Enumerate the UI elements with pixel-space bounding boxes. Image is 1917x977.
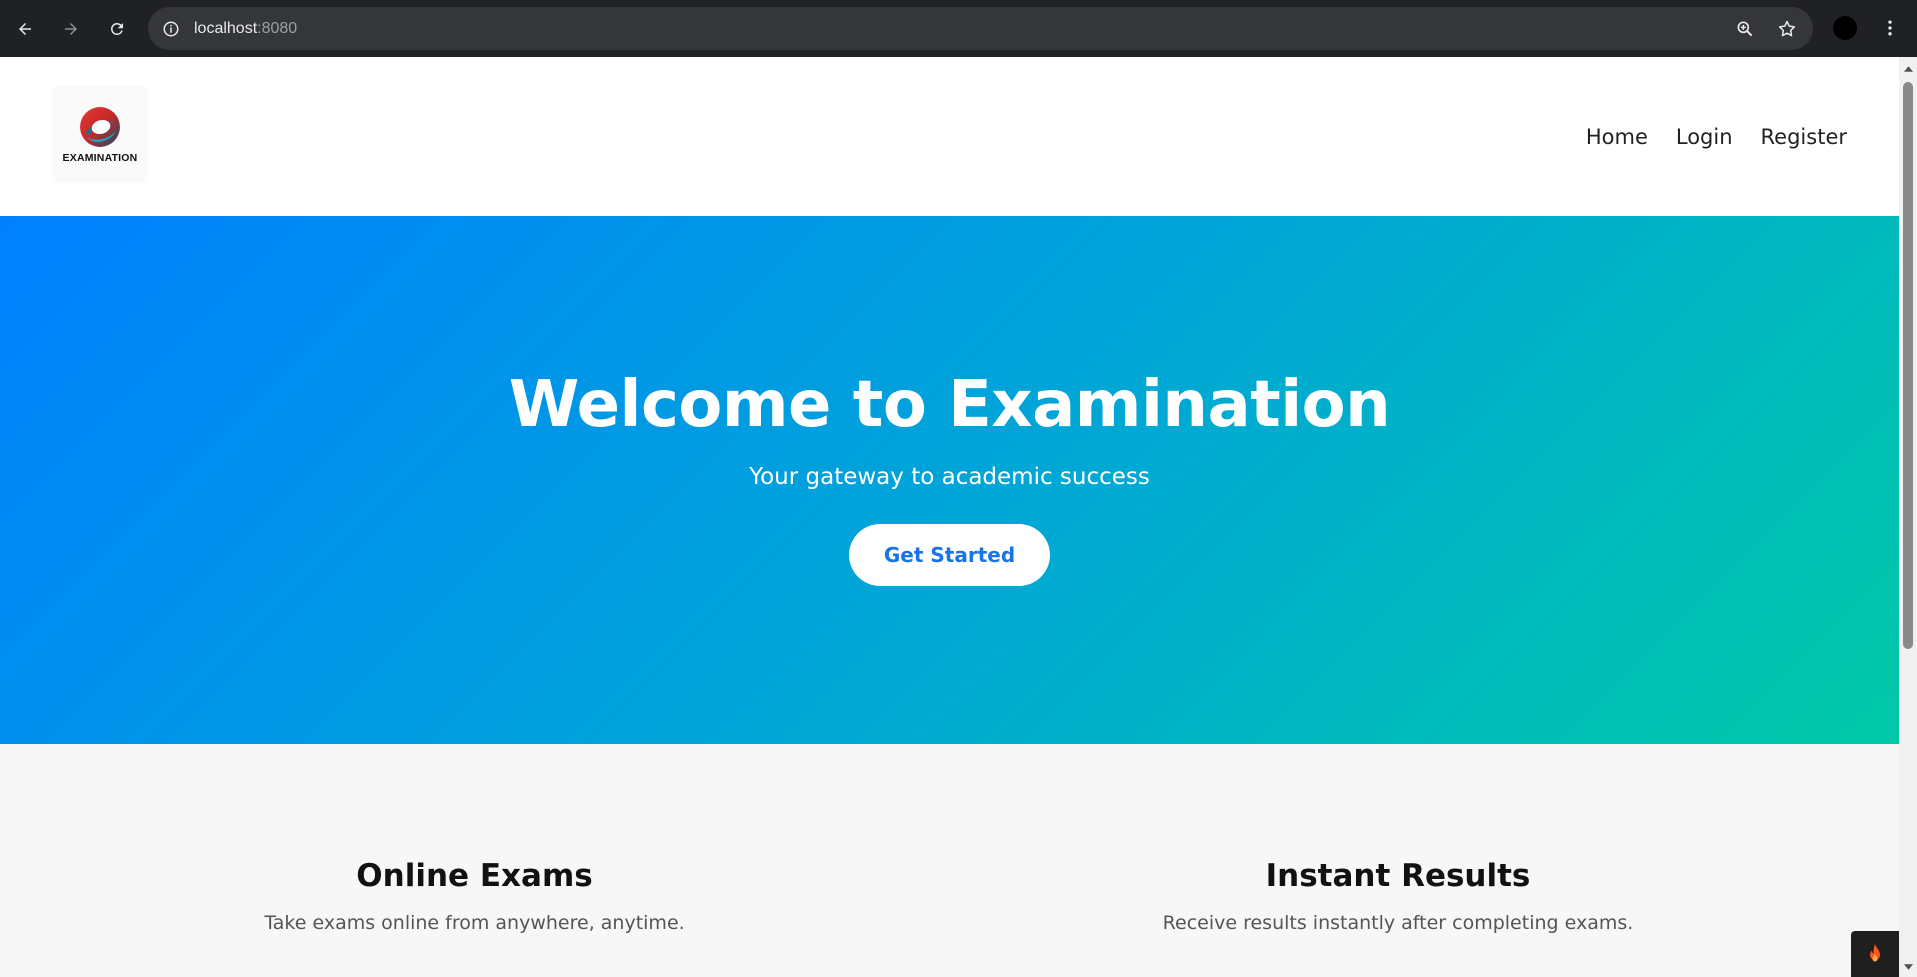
- feature-card-online-exams: Online Exams Take exams online from anyw…: [0, 744, 949, 934]
- zoom-icon[interactable]: [1735, 19, 1755, 39]
- vertical-scrollbar[interactable]: [1899, 57, 1917, 977]
- logo[interactable]: EXAMINATION: [52, 87, 148, 183]
- feature-description: Take exams online from anywhere, anytime…: [264, 912, 685, 934]
- logo-text: EXAMINATION: [62, 152, 138, 164]
- page-viewport: EXAMINATION Home Login Register Welcome …: [0, 57, 1899, 977]
- browser-toolbar: localhost:8080: [0, 0, 1917, 57]
- flame-icon: [1870, 944, 1880, 962]
- back-arrow-icon: [19, 22, 31, 35]
- scroll-thumb[interactable]: [1903, 82, 1913, 649]
- hero-title: Welcome to Examination: [508, 368, 1391, 442]
- menu-dots-icon[interactable]: [1878, 14, 1902, 42]
- hero-subtitle: Your gateway to academic success: [749, 464, 1150, 490]
- scroll-up-arrow-icon[interactable]: [1899, 61, 1917, 77]
- hero-section: Welcome to Examination Your gateway to a…: [0, 216, 1899, 744]
- reload-icon: [110, 22, 123, 35]
- bookmark-star-icon[interactable]: [1777, 19, 1797, 39]
- profile-avatar[interactable]: [1833, 16, 1857, 40]
- reload-button[interactable]: [100, 12, 134, 46]
- get-started-button[interactable]: Get Started: [849, 524, 1050, 586]
- feature-title: Online Exams: [356, 858, 593, 894]
- nav-register-link[interactable]: Register: [1761, 125, 1847, 149]
- nav-home-link[interactable]: Home: [1586, 125, 1648, 149]
- site-header: EXAMINATION Home Login Register: [0, 57, 1899, 216]
- forward-arrow-icon: [65, 22, 77, 35]
- url-port: :8080: [257, 19, 298, 37]
- floating-widget-button[interactable]: [1851, 931, 1899, 977]
- logo-emblem-icon: [80, 107, 120, 147]
- address-bar[interactable]: localhost:8080: [148, 7, 1813, 50]
- feature-description: Receive results instantly after completi…: [1162, 912, 1634, 934]
- site-info-icon[interactable]: [160, 18, 182, 40]
- back-button[interactable]: [8, 12, 42, 46]
- forward-button[interactable]: [54, 12, 88, 46]
- url-host: localhost: [194, 19, 258, 37]
- main-nav: Home Login Register: [1586, 57, 1847, 216]
- feature-card-instant-results: Instant Results Receive results instantl…: [897, 744, 1899, 934]
- scroll-down-arrow-icon[interactable]: [1899, 959, 1917, 975]
- feature-title: Instant Results: [1265, 858, 1531, 894]
- features-section: Online Exams Take exams online from anyw…: [0, 744, 1899, 977]
- nav-login-link[interactable]: Login: [1676, 125, 1733, 149]
